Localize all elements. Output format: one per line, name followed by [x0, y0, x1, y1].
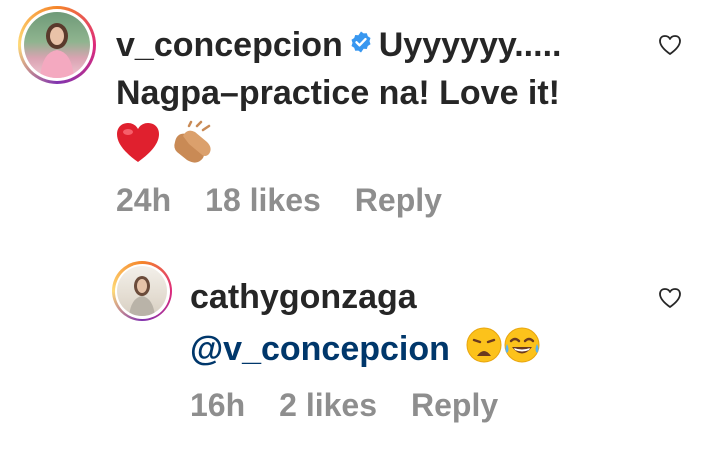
comment-cathygonzaga: cathygonzaga @v_concepcion 16h 2 likes R…: [0, 250, 720, 450]
profile-photo: [24, 12, 90, 78]
likes-count[interactable]: 2 likes: [279, 387, 377, 423]
person-silhouette-icon: [40, 23, 74, 78]
mention-link[interactable]: @v_concepcion: [190, 330, 450, 368]
avatar-cathygonzaga[interactable]: [112, 261, 172, 321]
like-comment-icon[interactable]: [658, 34, 682, 61]
verified-badge-icon: [349, 20, 373, 66]
comment-text-line2: Nagpa–practice na! Love it!: [116, 74, 561, 113]
comment-meta: 16h 2 likes Reply: [190, 385, 532, 425]
like-comment-icon[interactable]: [658, 287, 682, 314]
profile-photo: [117, 266, 167, 316]
username-link[interactable]: v_concepcion: [116, 26, 343, 64]
comment-text-line1: Uyyyyyy.....: [378, 26, 562, 64]
comment-time[interactable]: 16h: [190, 387, 245, 423]
tears-of-joy-face-icon: [503, 326, 541, 376]
weary-face-icon: [465, 326, 503, 376]
username-link[interactable]: cathygonzaga: [190, 274, 650, 320]
clapping-hands-icon: [169, 120, 217, 178]
comment-v-concepcion: v_concepcion Uyyyyyy..... Nagpa–practice …: [0, 0, 720, 240]
reply-button[interactable]: Reply: [411, 387, 498, 423]
likes-count[interactable]: 18 likes: [205, 182, 321, 218]
reply-button[interactable]: Reply: [355, 182, 442, 218]
red-heart-icon: [116, 122, 160, 176]
person-silhouette-icon: [129, 276, 155, 316]
comment-time[interactable]: 24h: [116, 182, 171, 218]
comment-meta: 24h 18 likes Reply: [116, 180, 476, 220]
avatar-v-concepcion[interactable]: [18, 6, 96, 84]
